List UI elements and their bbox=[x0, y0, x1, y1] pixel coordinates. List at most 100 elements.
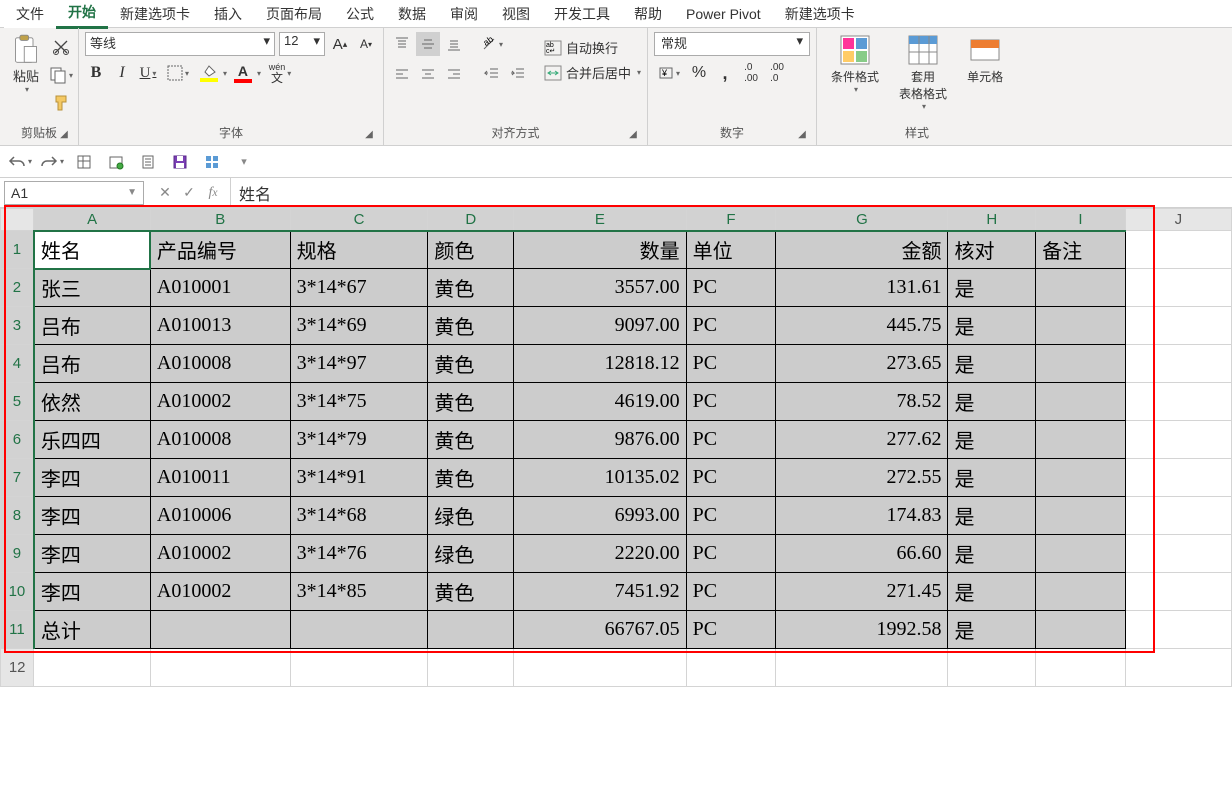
cell-B3[interactable]: A010013 bbox=[150, 307, 290, 345]
col-header-I[interactable]: I bbox=[1036, 209, 1126, 231]
border-button[interactable]: ▾ bbox=[163, 62, 193, 84]
cell-G4[interactable]: 273.65 bbox=[776, 345, 948, 383]
menu-新建选项卡[interactable]: 新建选项卡 bbox=[108, 0, 202, 28]
cell-D1[interactable]: 颜色 bbox=[428, 231, 514, 269]
comma-button[interactable]: , bbox=[714, 62, 736, 84]
row-header-9[interactable]: 9 bbox=[1, 535, 34, 573]
cell-J3[interactable] bbox=[1125, 307, 1231, 345]
formula-input[interactable]: 姓名 bbox=[230, 178, 1232, 207]
cell-C2[interactable]: 3*14*67 bbox=[290, 269, 428, 307]
cell-J9[interactable] bbox=[1125, 535, 1231, 573]
cell-I6[interactable] bbox=[1036, 421, 1126, 459]
cell-B7[interactable]: A010011 bbox=[150, 459, 290, 497]
cell-J2[interactable] bbox=[1125, 269, 1231, 307]
cell-H2[interactable]: 是 bbox=[948, 269, 1036, 307]
paste-button[interactable]: 粘贴 ▾ bbox=[6, 32, 46, 96]
cell-H7[interactable]: 是 bbox=[948, 459, 1036, 497]
cell-I12[interactable] bbox=[1036, 649, 1126, 687]
cell-A10[interactable]: 李四 bbox=[34, 573, 151, 611]
cell-A9[interactable]: 李四 bbox=[34, 535, 151, 573]
cell-B5[interactable]: A010002 bbox=[150, 383, 290, 421]
cell-H12[interactable] bbox=[948, 649, 1036, 687]
undo-button[interactable]: ▾ bbox=[8, 152, 32, 172]
percent-button[interactable]: % bbox=[688, 62, 710, 84]
cell-I1[interactable]: 备注 bbox=[1036, 231, 1126, 269]
increase-font-button[interactable]: A▴ bbox=[329, 33, 351, 55]
col-header-B[interactable]: B bbox=[150, 209, 290, 231]
italic-button[interactable]: I bbox=[111, 62, 133, 84]
cell-J8[interactable] bbox=[1125, 497, 1231, 535]
cell-B6[interactable]: A010008 bbox=[150, 421, 290, 459]
cell-E2[interactable]: 3557.00 bbox=[514, 269, 686, 307]
cell-A2[interactable]: 张三 bbox=[34, 269, 151, 307]
cell-H11[interactable]: 是 bbox=[948, 611, 1036, 649]
wrap-text-button[interactable]: abc↵自动换行 bbox=[544, 38, 641, 57]
row-header-6[interactable]: 6 bbox=[1, 421, 34, 459]
cell-G6[interactable]: 277.62 bbox=[776, 421, 948, 459]
cell-D2[interactable]: 黄色 bbox=[428, 269, 514, 307]
cell-H8[interactable]: 是 bbox=[948, 497, 1036, 535]
dialog-launcher-icon[interactable]: ◢ bbox=[796, 129, 808, 141]
cell-I9[interactable] bbox=[1036, 535, 1126, 573]
cell-H3[interactable]: 是 bbox=[948, 307, 1036, 345]
cell-D5[interactable]: 黄色 bbox=[428, 383, 514, 421]
cell-H9[interactable]: 是 bbox=[948, 535, 1036, 573]
decrease-font-button[interactable]: A▾ bbox=[355, 33, 377, 55]
format-painter-button[interactable] bbox=[50, 92, 72, 114]
decrease-decimal-button[interactable]: .00.0 bbox=[766, 62, 788, 84]
confirm-formula-button[interactable]: ✓ bbox=[178, 182, 200, 204]
accounting-button[interactable]: ¥▾ bbox=[654, 62, 684, 84]
dialog-launcher-icon[interactable]: ◢ bbox=[627, 129, 639, 141]
cell-styles-button[interactable]: 单元格 样式 bbox=[959, 32, 1011, 87]
cell-G12[interactable] bbox=[776, 649, 948, 687]
cell-E3[interactable]: 9097.00 bbox=[514, 307, 686, 345]
format-as-table-button[interactable]: 套用 表格格式▾ bbox=[891, 32, 955, 113]
cell-E1[interactable]: 数量 bbox=[514, 231, 686, 269]
cell-I11[interactable] bbox=[1036, 611, 1126, 649]
cell-B4[interactable]: A010008 bbox=[150, 345, 290, 383]
select-all-corner[interactable] bbox=[1, 209, 34, 231]
cell-I10[interactable] bbox=[1036, 573, 1126, 611]
cell-E10[interactable]: 7451.92 bbox=[514, 573, 686, 611]
cell-J12[interactable] bbox=[1125, 649, 1231, 687]
col-header-J[interactable]: J bbox=[1125, 209, 1231, 231]
cell-F10[interactable]: PC bbox=[686, 573, 776, 611]
cell-D4[interactable]: 黄色 bbox=[428, 345, 514, 383]
font-size-select[interactable]: 12▾ bbox=[279, 32, 325, 56]
cell-H1[interactable]: 核对 bbox=[948, 231, 1036, 269]
cell-C11[interactable] bbox=[290, 611, 428, 649]
menu-审阅[interactable]: 审阅 bbox=[438, 0, 490, 28]
col-header-D[interactable]: D bbox=[428, 209, 514, 231]
cell-F8[interactable]: PC bbox=[686, 497, 776, 535]
cell-G3[interactable]: 445.75 bbox=[776, 307, 948, 345]
menu-数据[interactable]: 数据 bbox=[386, 0, 438, 28]
cell-I5[interactable] bbox=[1036, 383, 1126, 421]
menu-Power Pivot[interactable]: Power Pivot bbox=[674, 2, 773, 26]
cell-F4[interactable]: PC bbox=[686, 345, 776, 383]
name-box[interactable]: A1▼ bbox=[4, 181, 144, 205]
cell-J6[interactable] bbox=[1125, 421, 1231, 459]
cell-D8[interactable]: 绿色 bbox=[428, 497, 514, 535]
cut-button[interactable] bbox=[50, 36, 72, 58]
cell-B1[interactable]: 产品编号 bbox=[150, 231, 290, 269]
row-header-11[interactable]: 11 bbox=[1, 611, 34, 649]
cell-F2[interactable]: PC bbox=[686, 269, 776, 307]
font-color-button[interactable]: A▾ bbox=[231, 62, 261, 84]
cell-B12[interactable] bbox=[150, 649, 290, 687]
cell-A12[interactable] bbox=[34, 649, 151, 687]
cell-A11[interactable]: 总计 bbox=[34, 611, 151, 649]
phonetic-button[interactable]: wén文▾ bbox=[265, 62, 295, 84]
cell-J11[interactable] bbox=[1125, 611, 1231, 649]
qat-btn-3[interactable] bbox=[136, 152, 160, 172]
conditional-formatting-button[interactable]: 条件格式▾ bbox=[823, 32, 887, 96]
cell-D11[interactable] bbox=[428, 611, 514, 649]
dialog-launcher-icon[interactable]: ◢ bbox=[363, 129, 375, 141]
menu-插入[interactable]: 插入 bbox=[202, 0, 254, 28]
cell-C5[interactable]: 3*14*75 bbox=[290, 383, 428, 421]
cell-B9[interactable]: A010002 bbox=[150, 535, 290, 573]
cell-F6[interactable]: PC bbox=[686, 421, 776, 459]
redo-button[interactable]: ▾ bbox=[40, 152, 64, 172]
dialog-launcher-icon[interactable]: ◢ bbox=[58, 129, 70, 141]
bold-button[interactable]: B bbox=[85, 62, 107, 84]
cell-G9[interactable]: 66.60 bbox=[776, 535, 948, 573]
